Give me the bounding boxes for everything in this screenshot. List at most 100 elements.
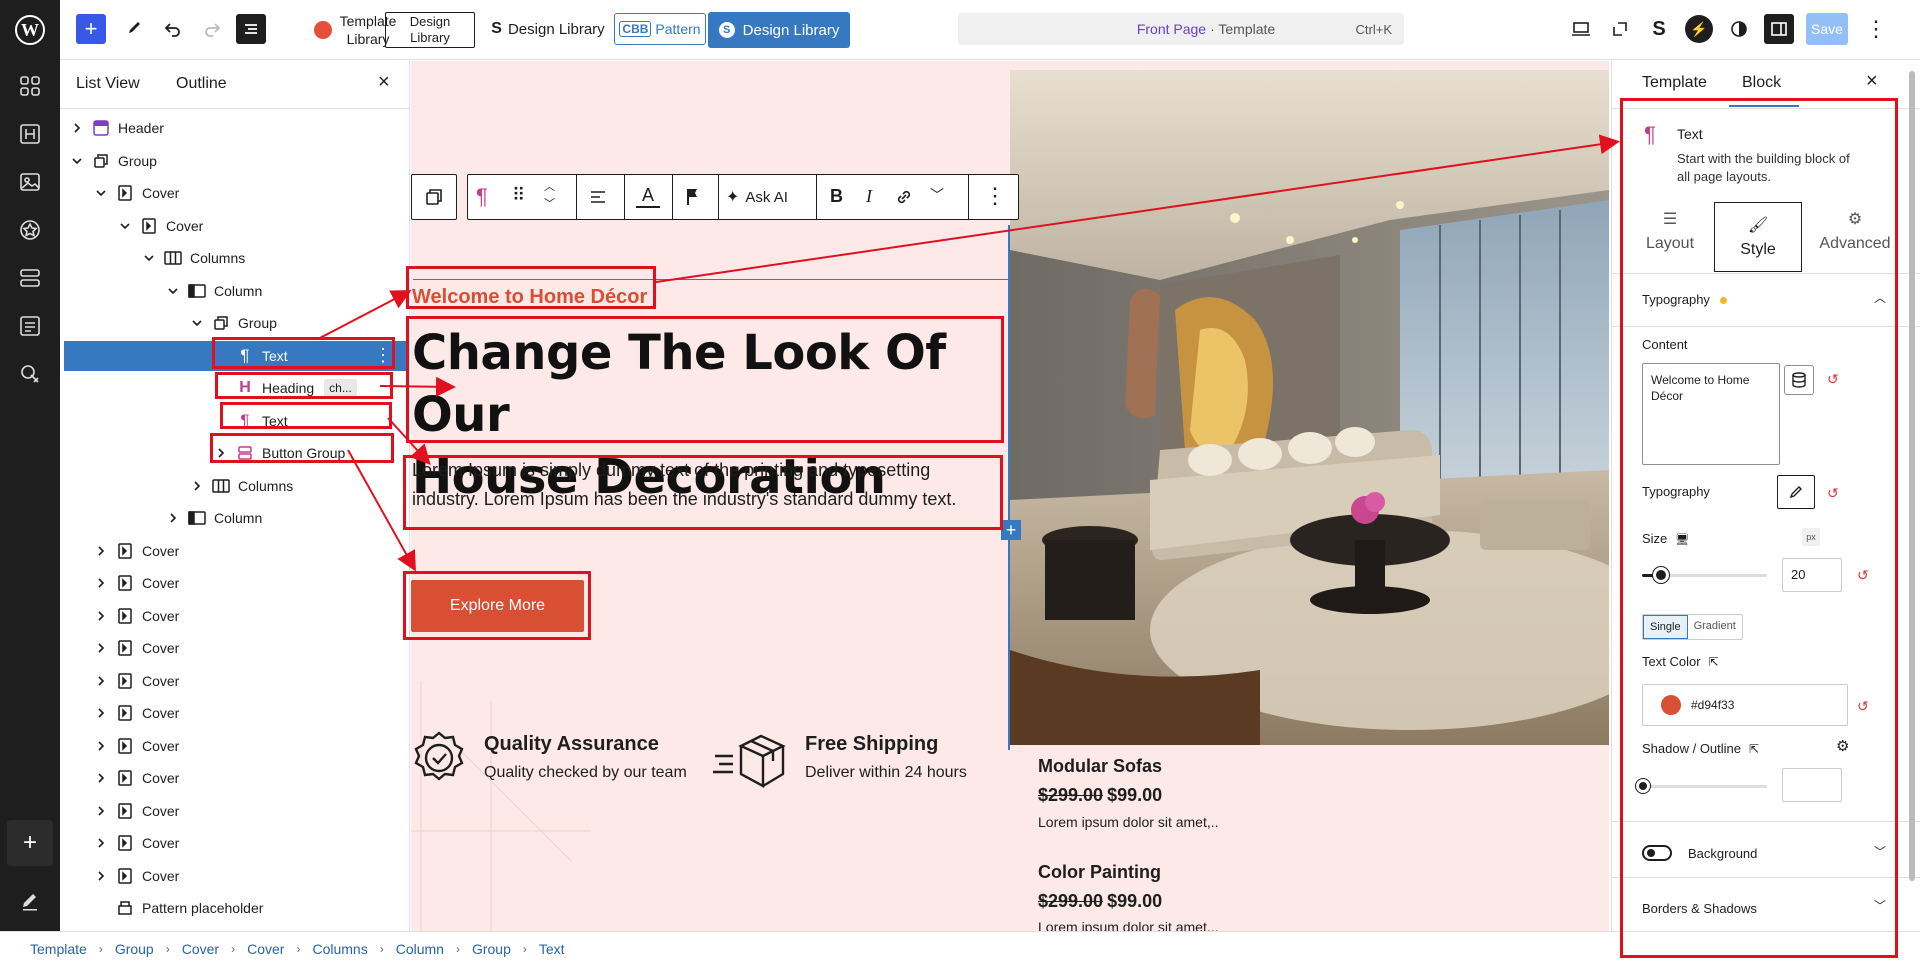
close-settings-icon[interactable]: × bbox=[1866, 70, 1878, 93]
design-library-button[interactable]: S Design Library bbox=[488, 14, 608, 44]
flag-icon[interactable] bbox=[684, 187, 702, 207]
view-external-icon[interactable] bbox=[1607, 16, 1633, 42]
move-up-down-icon[interactable]: ︿ ﹀ bbox=[544, 179, 555, 213]
media-icon[interactable] bbox=[16, 168, 44, 196]
tab-outline[interactable]: Outline bbox=[176, 75, 227, 93]
list-item-header[interactable]: Header bbox=[64, 113, 406, 143]
breadcrumb-item[interactable]: Columns bbox=[312, 941, 367, 957]
options-menu-icon[interactable]: ⋮ bbox=[1862, 16, 1888, 42]
list-item-column[interactable]: Column bbox=[64, 276, 406, 306]
add-block-inline-icon[interactable]: + bbox=[1001, 520, 1021, 540]
styles-icon[interactable] bbox=[16, 216, 44, 244]
add-block-icon[interactable]: + bbox=[7, 820, 53, 866]
edit-pencil-icon[interactable] bbox=[16, 888, 44, 916]
breadcrumb-item[interactable]: Template bbox=[30, 941, 87, 957]
chevron-right-icon[interactable] bbox=[94, 836, 108, 850]
chevron-right-icon[interactable] bbox=[94, 706, 108, 720]
ai-bolt-icon[interactable]: ⚡ bbox=[1685, 15, 1713, 43]
list-item-cover[interactable]: Cover bbox=[64, 211, 406, 241]
breadcrumb-item[interactable]: Column bbox=[396, 941, 444, 957]
tab-block[interactable]: Block bbox=[1742, 74, 1781, 92]
command-palette-search[interactable]: Front Page · Template Ctrl+K bbox=[958, 13, 1404, 45]
bold-icon[interactable]: B bbox=[830, 186, 843, 207]
italic-icon[interactable]: I bbox=[866, 186, 872, 207]
wordpress-logo-icon[interactable]: W bbox=[14, 14, 46, 46]
more-formats-chevron-icon[interactable]: ﹀ bbox=[930, 185, 944, 205]
panel-scrollbar[interactable] bbox=[1909, 71, 1915, 881]
settings-sidebar-icon[interactable] bbox=[1764, 14, 1794, 44]
chevron-right-icon[interactable] bbox=[190, 479, 204, 493]
drag-handle-icon[interactable]: ⠿ bbox=[512, 185, 525, 206]
list-item-column[interactable]: Column bbox=[64, 503, 406, 533]
chevron-right-icon[interactable] bbox=[166, 511, 180, 525]
list-item-cover[interactable]: Cover bbox=[64, 861, 406, 891]
chevron-right-icon[interactable] bbox=[94, 739, 108, 753]
contrast-icon[interactable] bbox=[1726, 16, 1752, 42]
breadcrumb-item[interactable]: Cover bbox=[182, 941, 219, 957]
list-item-columns[interactable]: Columns bbox=[64, 471, 406, 501]
chevron-right-icon[interactable] bbox=[94, 804, 108, 818]
ask-ai-button[interactable]: ✦ Ask AI bbox=[726, 187, 788, 207]
patterns-icon[interactable] bbox=[16, 72, 44, 100]
close-list-view-icon[interactable]: × bbox=[378, 71, 390, 94]
list-item-pattern-placeholder[interactable]: Pattern placeholder bbox=[64, 893, 406, 923]
breadcrumb-item[interactable]: Group bbox=[472, 941, 511, 957]
list-item-cover[interactable]: Cover bbox=[64, 698, 406, 728]
chevron-right-icon[interactable] bbox=[94, 771, 108, 785]
stackable-settings-icon[interactable]: S bbox=[1646, 16, 1672, 42]
undo-icon[interactable] bbox=[158, 14, 188, 44]
design-library-box-button[interactable]: Design Library bbox=[385, 12, 475, 48]
list-item-cover[interactable]: Cover bbox=[64, 763, 406, 793]
chevron-right-icon[interactable] bbox=[94, 576, 108, 590]
text-color-icon[interactable]: A bbox=[636, 185, 660, 208]
parent-group-button[interactable] bbox=[411, 174, 457, 220]
chevron-right-icon[interactable] bbox=[94, 869, 108, 883]
list-item-cover[interactable]: Cover bbox=[64, 731, 406, 761]
align-left-icon[interactable] bbox=[588, 187, 608, 207]
list-item-cover[interactable]: Cover bbox=[64, 536, 406, 566]
design-library-primary-button[interactable]: S Design Library bbox=[708, 12, 850, 48]
tools-pencil-icon[interactable] bbox=[120, 14, 150, 44]
list-item-cover[interactable]: Cover bbox=[64, 828, 406, 858]
list-item-cover[interactable]: Cover bbox=[64, 601, 406, 631]
living-room-image[interactable] bbox=[1010, 70, 1609, 745]
tab-list-view[interactable]: List View bbox=[76, 75, 140, 93]
chevron-right-icon[interactable] bbox=[94, 609, 108, 623]
tab-template[interactable]: Template bbox=[1642, 74, 1707, 92]
list-item-cover[interactable]: Cover bbox=[64, 178, 406, 208]
chevron-right-icon[interactable] bbox=[70, 121, 84, 135]
forms-icon[interactable] bbox=[16, 312, 44, 340]
breadcrumb-item[interactable]: Text bbox=[539, 941, 565, 957]
heading-block-icon[interactable] bbox=[16, 120, 44, 148]
list-item-group[interactable]: Group bbox=[64, 146, 406, 176]
chevron-down-icon[interactable] bbox=[142, 251, 156, 265]
block-options-icon[interactable]: ⋮ bbox=[984, 183, 1006, 209]
pattern-button[interactable]: CBB Pattern bbox=[614, 13, 706, 45]
device-preview-icon[interactable] bbox=[1568, 16, 1594, 42]
breadcrumb-item[interactable]: Group bbox=[115, 941, 154, 957]
list-item-cover[interactable]: Cover bbox=[64, 666, 406, 696]
interactions-icon[interactable] bbox=[16, 360, 44, 388]
paragraph-icon[interactable]: ¶ bbox=[476, 185, 500, 209]
chevron-down-icon[interactable] bbox=[70, 154, 84, 168]
document-overview-icon[interactable] bbox=[236, 14, 266, 44]
redo-icon[interactable] bbox=[197, 14, 227, 44]
chevron-down-icon[interactable] bbox=[190, 316, 204, 330]
breadcrumb-item[interactable]: Cover bbox=[247, 941, 284, 957]
list-item-group[interactable]: Group bbox=[64, 308, 406, 338]
save-button[interactable]: Save bbox=[1806, 13, 1848, 45]
list-item-cover[interactable]: Cover bbox=[64, 568, 406, 598]
chevron-right-icon[interactable] bbox=[94, 544, 108, 558]
chevron-down-icon[interactable] bbox=[94, 186, 108, 200]
layout-icon[interactable] bbox=[16, 264, 44, 292]
chevron-down-icon[interactable] bbox=[166, 284, 180, 298]
chevron-right-icon[interactable] bbox=[94, 641, 108, 655]
list-item-cover[interactable]: Cover bbox=[64, 796, 406, 826]
link-icon[interactable] bbox=[894, 187, 914, 207]
block-inserter-button[interactable]: + bbox=[76, 14, 106, 44]
chevron-right-icon[interactable] bbox=[94, 674, 108, 688]
shortcut-hint: Ctrl+K bbox=[1355, 21, 1392, 37]
list-item-cover[interactable]: Cover bbox=[64, 633, 406, 663]
list-item-columns[interactable]: Columns bbox=[64, 243, 406, 273]
chevron-down-icon[interactable] bbox=[118, 219, 132, 233]
